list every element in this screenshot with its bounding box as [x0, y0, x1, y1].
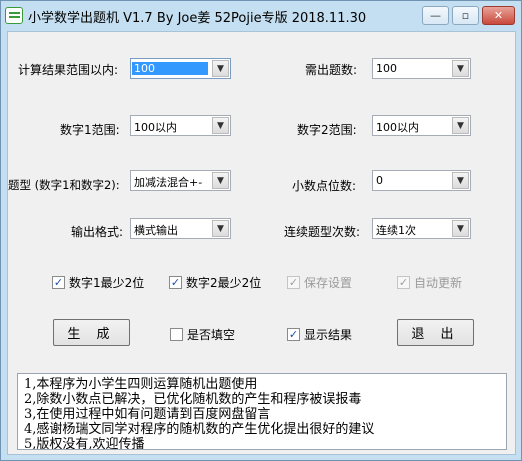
num1-min2-label: 数字1最少2位	[69, 276, 145, 290]
save-settings-label: 保存设置	[304, 276, 353, 290]
window-title: 小学数学出题机 V1.7 By Joe姜 52Pojie专版 2018.11.3…	[28, 11, 367, 26]
num2-min2-checkbox[interactable]: ✓ 数字2最少2位	[169, 274, 261, 291]
maximize-button[interactable]: ▫	[452, 6, 479, 25]
checkmark-icon: ✓	[397, 276, 410, 289]
checkmark-icon[interactable]: ✓	[287, 328, 300, 341]
result-range-value: 100	[132, 62, 208, 75]
question-count-combo[interactable]: 100 ▼	[372, 58, 471, 79]
minimize-button[interactable]: —	[422, 6, 449, 25]
close-icon: ✕	[493, 9, 504, 22]
chevron-down-icon[interactable]: ▼	[212, 60, 229, 77]
checkbox-box[interactable]	[170, 328, 183, 341]
client-area: 计算结果范围以内: 100 ▼ 需出题数: 100 ▼ 数字1范围: 100以内…	[7, 31, 516, 455]
decimal-places-label: 小数点位数:	[292, 179, 357, 193]
consecutive-count-combo[interactable]: 连续1次 ▼	[372, 218, 471, 239]
output-format-label: 输出格式:	[71, 225, 124, 239]
chevron-down-icon[interactable]: ▼	[452, 172, 469, 189]
notes-textarea[interactable]: 1,本程序为小学生四则运算随机出题使用 2,除数小数点已解决，已优化随机数的产生…	[17, 373, 507, 450]
chevron-down-icon[interactable]: ▼	[452, 220, 469, 237]
result-range-label: 计算结果范围以内:	[18, 63, 119, 77]
checkmark-icon[interactable]: ✓	[169, 276, 182, 289]
decimal-places-combo[interactable]: 0 ▼	[372, 170, 471, 191]
note-line: 4,感谢杨瑞文同学对程序的随机数的产生优化提出很好的建议	[24, 422, 375, 437]
chevron-down-icon[interactable]: ▼	[212, 220, 229, 237]
auto-update-label: 自动更新	[414, 276, 463, 290]
app-icon	[5, 7, 23, 24]
num2-range-label: 数字2范围:	[297, 123, 357, 137]
question-type-value: 加减法混合+-	[134, 176, 203, 189]
question-type-label: 题型 (数字1和数字2):	[8, 178, 120, 192]
note-line: 2,除数小数点已解决，已优化随机数的产生和程序被误报毒	[24, 392, 362, 407]
title-bar[interactable]: 小学数学出题机 V1.7 By Joe姜 52Pojie专版 2018.11.3…	[1, 1, 521, 31]
output-format-combo[interactable]: 横式输出 ▼	[130, 218, 231, 239]
consecutive-count-value: 连续1次	[376, 224, 416, 237]
num1-range-value: 100以内	[134, 121, 177, 134]
app-window: 小学数学出题机 V1.7 By Joe姜 52Pojie专版 2018.11.3…	[0, 0, 522, 461]
num1-min2-checkbox[interactable]: ✓ 数字1最少2位	[52, 274, 144, 291]
checkmark-icon[interactable]: ✓	[52, 276, 65, 289]
minimize-icon: —	[430, 9, 441, 22]
exit-button[interactable]: 退 出	[397, 319, 474, 346]
auto-update-checkbox: ✓ 自动更新	[397, 274, 462, 291]
note-line: 5,版权没有,欢迎传播	[24, 437, 145, 450]
num1-range-label: 数字1范围:	[60, 123, 120, 137]
show-result-checkbox[interactable]: ✓ 显示结果	[287, 326, 352, 343]
generate-button[interactable]: 生 成	[53, 319, 130, 346]
decimal-places-value: 0	[376, 174, 383, 187]
note-line: 1,本程序为小学生四则运算随机出题使用	[24, 377, 258, 392]
question-count-label: 需出题数:	[305, 63, 358, 77]
save-settings-checkbox: ✓ 保存设置	[287, 274, 352, 291]
close-button[interactable]: ✕	[482, 6, 515, 25]
num1-range-combo[interactable]: 100以内 ▼	[130, 115, 231, 136]
maximize-icon: ▫	[461, 9, 470, 22]
num2-range-value: 100以内	[376, 121, 419, 134]
chevron-down-icon[interactable]: ▼	[212, 172, 229, 189]
chevron-down-icon[interactable]: ▼	[452, 117, 469, 134]
chevron-down-icon[interactable]: ▼	[212, 117, 229, 134]
chevron-down-icon[interactable]: ▼	[452, 60, 469, 77]
note-line: 3,在使用过程中如有问题请到百度网盘留言	[24, 407, 271, 422]
result-range-combo[interactable]: 100 ▼	[130, 58, 231, 79]
num2-min2-label: 数字2最少2位	[186, 276, 262, 290]
show-result-label: 显示结果	[304, 328, 353, 342]
output-format-value: 横式输出	[134, 224, 178, 237]
fill-blank-label: 是否填空	[187, 328, 236, 342]
checkmark-icon: ✓	[287, 276, 300, 289]
fill-blank-checkbox[interactable]: 是否填空	[170, 326, 235, 343]
consecutive-count-label: 连续题型次数:	[284, 225, 361, 239]
question-type-combo[interactable]: 加减法混合+- ▼	[130, 170, 231, 191]
question-count-value: 100	[376, 62, 397, 75]
num2-range-combo[interactable]: 100以内 ▼	[372, 115, 471, 136]
